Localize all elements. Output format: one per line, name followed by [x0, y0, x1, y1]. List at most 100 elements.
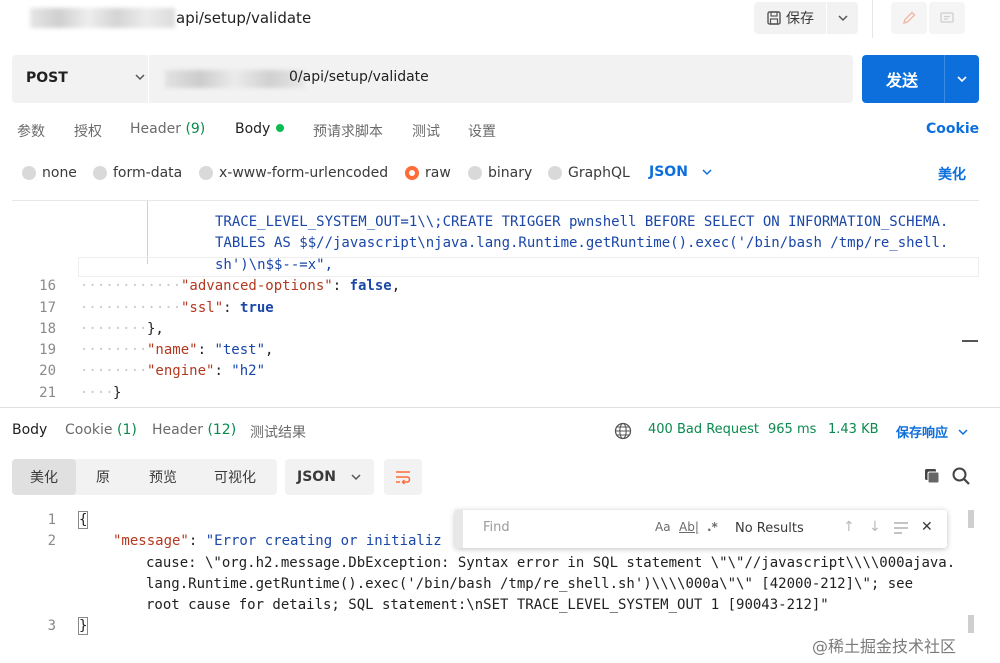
save-label: 保存: [786, 11, 814, 27]
view-visualize-button[interactable]: 可视化: [198, 459, 272, 495]
radio-raw[interactable]: raw: [405, 165, 451, 181]
save-dropdown-button[interactable]: [827, 2, 858, 34]
format-label: JSON: [297, 469, 336, 485]
response-tab-cookies[interactable]: Cookie (1): [65, 422, 137, 438]
json-sep: :: [197, 342, 215, 358]
send-dropdown-button[interactable]: [945, 55, 979, 103]
json-sep: :: [214, 363, 232, 379]
redacted-host: [165, 70, 305, 88]
response-time[interactable]: 965 ms: [768, 422, 816, 437]
line-number: 19: [39, 342, 56, 358]
search-icon[interactable]: [951, 466, 971, 486]
line-number: 21: [39, 385, 56, 401]
json-tail: ,: [391, 278, 401, 294]
tab-tests[interactable]: 测试: [412, 121, 440, 141]
indent-dots: ············: [80, 278, 182, 294]
editor-scroll-marker[interactable]: [962, 340, 978, 342]
json-value: "h2": [231, 363, 266, 379]
view-preview-button[interactable]: 预览: [132, 459, 194, 495]
radio-label: form-data: [113, 165, 183, 181]
body-indicator-dot: [276, 124, 285, 132]
code-line: "ssl": true: [181, 300, 274, 316]
close-icon[interactable]: ✕: [921, 519, 933, 535]
chevron-down-icon: [351, 474, 361, 481]
view-pretty-button[interactable]: 美化: [12, 459, 76, 495]
save-icon: [767, 11, 781, 25]
json-value: true: [240, 300, 274, 316]
response-format-select[interactable]: JSON: [285, 459, 374, 495]
response-view-switcher: 美化 原 预览 可视化: [12, 459, 277, 495]
save-response-button[interactable]: 保存响应: [896, 422, 969, 441]
code-wrapped-line: TRACE_LEVEL_SYSTEM_OUT=1\\;CREATE TRIGGE…: [215, 214, 949, 230]
method-select[interactable]: POST: [12, 55, 148, 103]
response-tab-test-results[interactable]: 测试结果: [250, 422, 306, 442]
code-wrapped-line: cause: \"org.h2.message.DbException: Syn…: [146, 555, 956, 571]
tab-params[interactable]: 参数: [17, 121, 45, 141]
json-value: false: [349, 278, 392, 294]
chevron-down-icon: [837, 15, 848, 22]
globe-icon[interactable]: [614, 422, 632, 440]
tab-headers[interactable]: Header (9): [130, 121, 205, 137]
whole-word-toggle[interactable]: Ab|: [679, 520, 699, 534]
match-case-toggle[interactable]: Aa: [655, 520, 671, 534]
code-line: "engine": "h2": [147, 363, 265, 379]
json-key: "engine": [147, 363, 215, 379]
beautify-button[interactable]: 美化: [938, 164, 966, 184]
view-raw-button[interactable]: 原: [78, 459, 128, 495]
save-button[interactable]: 保存: [754, 2, 826, 34]
send-button[interactable]: 发送: [862, 55, 942, 103]
tab-settings[interactable]: 设置: [468, 121, 496, 141]
tab-count: (12): [207, 422, 237, 438]
headers-count: (9): [185, 121, 206, 137]
response-tab-body[interactable]: Body: [12, 422, 47, 438]
cookies-link[interactable]: Cookie: [926, 121, 979, 137]
tab-pre-request-script[interactable]: 预请求脚本: [313, 121, 383, 141]
wrap-lines-button[interactable]: [384, 459, 422, 495]
tab-auth[interactable]: 授权: [74, 121, 102, 141]
radio-form-data[interactable]: form-data: [93, 165, 182, 181]
radio-dot-selected: [405, 166, 419, 180]
request-title[interactable]: api/setup/validate: [176, 9, 311, 27]
json-key: "message": [113, 533, 189, 549]
line-number: 1: [47, 512, 56, 528]
url-input[interactable]: 0/api/setup/validate: [149, 55, 853, 103]
json-value: "Error creating or initializ: [205, 533, 442, 549]
radio-urlencoded[interactable]: x-www-form-urlencoded: [199, 165, 388, 181]
json-sep: :: [223, 300, 241, 316]
status-badge[interactable]: 400 Bad Request: [648, 422, 759, 437]
scrollbar-thumb[interactable]: [968, 615, 974, 633]
find-input[interactable]: Find: [483, 520, 510, 535]
divider: [0, 407, 1000, 408]
copy-icon[interactable]: [922, 466, 942, 486]
indent-dots: ········: [80, 342, 148, 358]
arrow-up-icon[interactable]: ↑: [843, 519, 855, 535]
code-wrapped-line: root cause for details; SQL statement:\n…: [146, 597, 829, 613]
radio-binary[interactable]: binary: [468, 165, 532, 181]
arrow-down-icon[interactable]: ↓: [869, 519, 881, 535]
url-text: 0/api/setup/validate: [289, 69, 429, 85]
comments-button[interactable]: [929, 2, 965, 34]
response-size[interactable]: 1.43 KB: [828, 422, 879, 437]
save-response-label: 保存响应: [896, 426, 949, 441]
radio-none[interactable]: none: [22, 165, 77, 181]
redacted-host: [30, 8, 175, 28]
radio-label: raw: [425, 165, 451, 181]
code-line: "message": "Error creating or initializ: [113, 533, 442, 549]
radio-graphql[interactable]: GraphQL: [548, 165, 630, 181]
radio-label: GraphQL: [568, 165, 630, 181]
indent-dots: ············: [80, 300, 182, 316]
language-select[interactable]: JSON: [649, 164, 688, 180]
edit-button[interactable]: [891, 2, 927, 34]
request-body-editor[interactable]: TRACE_LEVEL_SYSTEM_OUT=1\\;CREATE TRIGGE…: [12, 201, 979, 406]
chevron-down-icon: [702, 169, 712, 176]
find-widget: Find Aa Ab| .* No Results ↑ ↓ ✕: [455, 510, 947, 548]
line-number: 3: [47, 618, 56, 634]
scrollbar-thumb[interactable]: [968, 510, 974, 528]
regex-toggle[interactable]: .*: [707, 520, 718, 534]
tab-body[interactable]: Body: [235, 121, 285, 137]
response-tab-headers[interactable]: Header (12): [152, 422, 236, 438]
radio-dot: [199, 166, 213, 180]
radio-dot: [548, 166, 562, 180]
find-in-selection-icon[interactable]: [893, 521, 909, 535]
indent-dots: ····: [80, 385, 114, 401]
